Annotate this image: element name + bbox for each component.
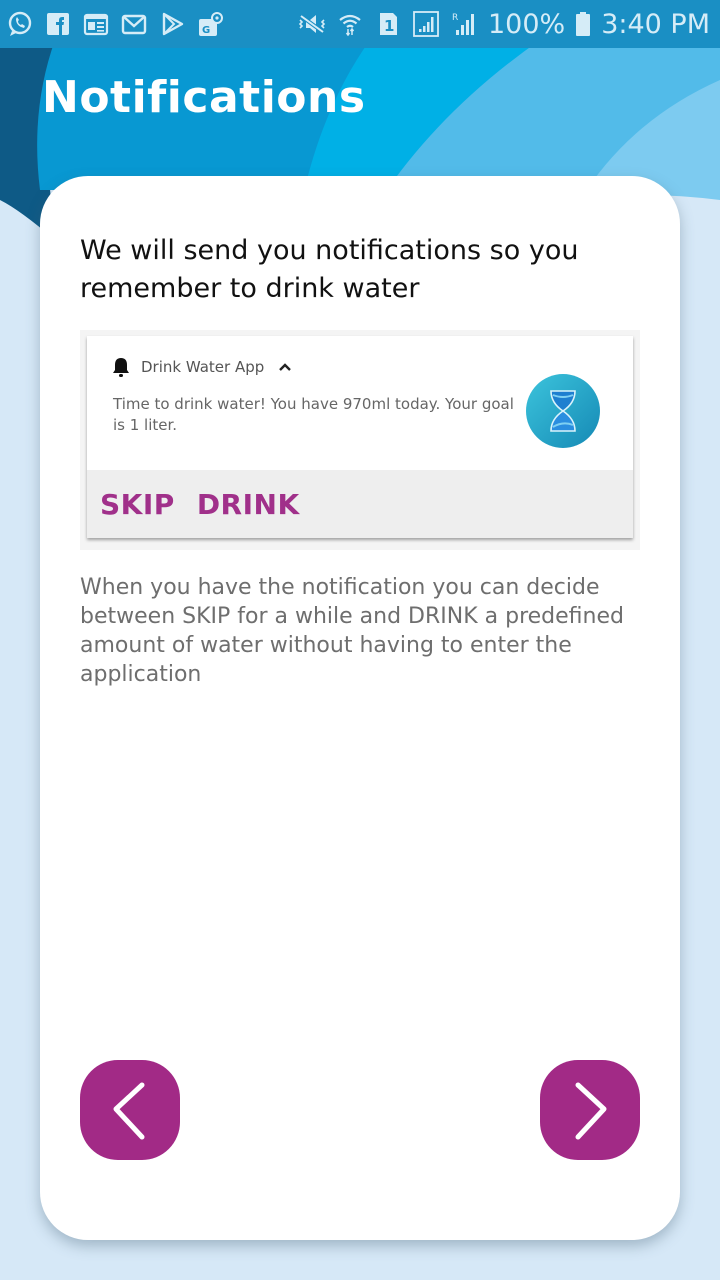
previous-button[interactable] [80,1060,180,1160]
news-icon [82,10,110,38]
onboarding-card: We will send you notifications so you re… [40,176,680,1240]
status-bar-system: 1 R 100% 3:40 PM [298,9,710,40]
drink-action-button[interactable]: DRINK [197,488,300,521]
notification-message: Time to drink water! You have 970ml toda… [113,395,514,434]
chevron-up-icon[interactable] [278,362,292,372]
bell-icon [113,358,129,377]
notification-header: Drink Water App [111,356,292,378]
card-description: When you have the notification you can d… [80,575,624,687]
wifi-icon [336,10,364,38]
battery-icon [575,10,591,38]
status-bar: G 1 R 100% 3:40 PM [0,0,720,48]
card-heading: We will send you notifications so you re… [80,235,579,304]
facebook-icon [44,10,72,38]
chevron-right-icon [575,1082,607,1140]
notification: Drink Water App Time to drink water! You… [87,336,633,538]
status-bar-notifications: G [6,10,224,38]
svg-text:1: 1 [384,17,394,35]
svg-text:G: G [202,25,210,36]
whatsapp-icon [6,10,34,38]
next-button[interactable] [540,1060,640,1160]
notification-preview: Drink Water App Time to drink water! You… [80,330,640,550]
page-title: Notifications [42,72,366,123]
svg-text:R: R [452,13,458,23]
hourglass-icon [526,374,600,448]
gmail-icon [120,10,148,38]
battery-percentage: 100% [488,8,566,40]
skip-action-button[interactable]: SKIP [100,488,175,521]
signal-icon [412,10,440,38]
play-store-icon [158,10,186,38]
notification-app-name: Drink Water App [141,358,265,376]
notification-actions: SKIP DRINK [87,470,633,538]
chevron-left-icon [113,1082,145,1140]
maps-icon: G [196,10,224,38]
vibrate-mute-icon [298,10,326,38]
sim-1-icon: 1 [374,10,402,38]
roaming-signal-icon: R [450,10,478,38]
clock: 3:40 PM [601,8,710,40]
